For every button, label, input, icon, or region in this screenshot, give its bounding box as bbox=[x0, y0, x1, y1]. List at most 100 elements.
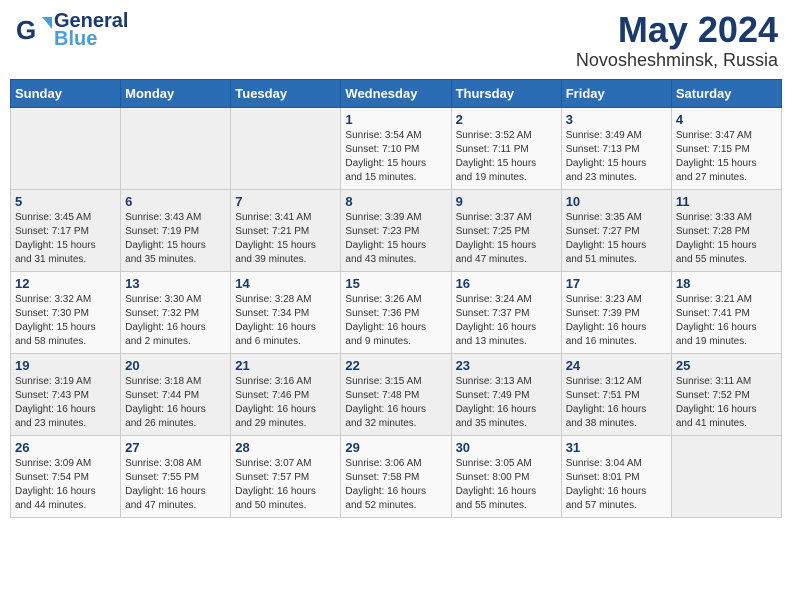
day-info: Sunrise: 3:21 AM Sunset: 7:41 PM Dayligh… bbox=[676, 293, 777, 349]
day-number: 31 bbox=[566, 440, 667, 455]
calendar-header-saturday: Saturday bbox=[671, 79, 781, 107]
day-number: 16 bbox=[456, 276, 557, 291]
day-number: 24 bbox=[566, 358, 667, 373]
day-number: 18 bbox=[676, 276, 777, 291]
day-number: 3 bbox=[566, 112, 667, 127]
day-number: 5 bbox=[15, 194, 116, 209]
calendar-cell: 11Sunrise: 3:33 AM Sunset: 7:28 PM Dayli… bbox=[671, 189, 781, 271]
day-info: Sunrise: 3:16 AM Sunset: 7:46 PM Dayligh… bbox=[235, 375, 336, 431]
calendar-cell: 28 Sunrise: 3:07 AM Sunset: 7:57 PM Dayli… bbox=[231, 435, 341, 517]
calendar-cell: 31 Sunrise: 3:04 AM Sunset: 8:01 PM Dayli… bbox=[561, 435, 671, 517]
svg-text:G: G bbox=[16, 15, 36, 45]
calendar-header-wednesday: Wednesday bbox=[341, 79, 451, 107]
day-number: 17 bbox=[566, 276, 667, 291]
calendar-cell: 27 Sunrise: 3:08 AM Sunset: 7:55 PM Dayli… bbox=[121, 435, 231, 517]
day-info: Sunrise: 3:52 AM Sunset: 7:11 PM Dayligh… bbox=[456, 129, 557, 185]
calendar-cell bbox=[121, 107, 231, 189]
calendar-cell: 13 Sunrise: 3:30 AM Sunset: 7:32 PM Dayli… bbox=[121, 271, 231, 353]
page-title: May 2024 bbox=[576, 10, 778, 50]
calendar-header-thursday: Thursday bbox=[451, 79, 561, 107]
day-number: 23 bbox=[456, 358, 557, 373]
calendar-cell: 4Sunrise: 3:47 AM Sunset: 7:15 PM Daylig… bbox=[671, 107, 781, 189]
calendar-week-row: 26 Sunrise: 3:09 AM Sunset: 7:54 PM Dayli… bbox=[11, 435, 782, 517]
day-number: 1 bbox=[345, 112, 446, 127]
day-number: 9 bbox=[456, 194, 557, 209]
calendar-body: 1 Sunrise: 3:54 AM Sunset: 7:10 PM Daylig… bbox=[11, 107, 782, 517]
calendar-cell: 29 Sunrise: 3:06 AM Sunset: 7:58 PM Dayli… bbox=[341, 435, 451, 517]
calendar-cell: 19Sunrise: 3:19 AM Sunset: 7:43 PM Dayli… bbox=[11, 353, 121, 435]
day-info: Sunrise: 3:05 AM Sunset: 8:00 PM Dayligh… bbox=[456, 457, 557, 513]
day-number: 27 bbox=[125, 440, 226, 455]
day-info: Sunrise: 3:37 AM Sunset: 7:25 PM Dayligh… bbox=[456, 211, 557, 267]
day-info: Sunrise: 3:08 AM Sunset: 7:55 PM Dayligh… bbox=[125, 457, 226, 513]
day-info: Sunrise: 3:54 AM Sunset: 7:10 PM Dayligh… bbox=[345, 129, 446, 185]
calendar-cell: 25 Sunrise: 3:11 AM Sunset: 7:52 PM Dayli… bbox=[671, 353, 781, 435]
logo: G General Blue bbox=[14, 10, 128, 50]
calendar-cell bbox=[11, 107, 121, 189]
title-block: May 2024 Novosheshminsk, Russia bbox=[576, 10, 778, 71]
logo-icon: G bbox=[14, 11, 52, 49]
day-number: 7 bbox=[235, 194, 336, 209]
calendar-cell bbox=[671, 435, 781, 517]
day-info: Sunrise: 3:30 AM Sunset: 7:32 PM Dayligh… bbox=[125, 293, 226, 349]
calendar-cell: 10 Sunrise: 3:35 AM Sunset: 7:27 PM Dayli… bbox=[561, 189, 671, 271]
calendar-cell: 2 Sunrise: 3:52 AM Sunset: 7:11 PM Daylig… bbox=[451, 107, 561, 189]
day-info: Sunrise: 3:35 AM Sunset: 7:27 PM Dayligh… bbox=[566, 211, 667, 267]
calendar-week-row: 5 Sunrise: 3:45 AM Sunset: 7:17 PM Daylig… bbox=[11, 189, 782, 271]
day-number: 21 bbox=[235, 358, 336, 373]
day-number: 13 bbox=[125, 276, 226, 291]
calendar-week-row: 1 Sunrise: 3:54 AM Sunset: 7:10 PM Daylig… bbox=[11, 107, 782, 189]
day-number: 12 bbox=[15, 276, 116, 291]
calendar-cell: 18 Sunrise: 3:21 AM Sunset: 7:41 PM Dayli… bbox=[671, 271, 781, 353]
calendar-cell: 30 Sunrise: 3:05 AM Sunset: 8:00 PM Dayli… bbox=[451, 435, 561, 517]
calendar-cell: 6 Sunrise: 3:43 AM Sunset: 7:19 PM Daylig… bbox=[121, 189, 231, 271]
day-info: Sunrise: 3:45 AM Sunset: 7:17 PM Dayligh… bbox=[15, 211, 116, 267]
day-number: 26 bbox=[15, 440, 116, 455]
calendar-cell: 20Sunrise: 3:18 AM Sunset: 7:44 PM Dayli… bbox=[121, 353, 231, 435]
calendar-cell: 3 Sunrise: 3:49 AM Sunset: 7:13 PM Daylig… bbox=[561, 107, 671, 189]
calendar-cell: 5 Sunrise: 3:45 AM Sunset: 7:17 PM Daylig… bbox=[11, 189, 121, 271]
calendar-header-row: SundayMondayTuesdayWednesdayThursdayFrid… bbox=[11, 79, 782, 107]
calendar-cell: 15Sunrise: 3:26 AM Sunset: 7:36 PM Dayli… bbox=[341, 271, 451, 353]
day-info: Sunrise: 3:33 AM Sunset: 7:28 PM Dayligh… bbox=[676, 211, 777, 267]
day-info: Sunrise: 3:18 AM Sunset: 7:44 PM Dayligh… bbox=[125, 375, 226, 431]
page-header: G General Blue May 2024 Novosheshminsk, … bbox=[10, 10, 782, 71]
day-number: 22 bbox=[345, 358, 446, 373]
calendar-cell: 8Sunrise: 3:39 AM Sunset: 7:23 PM Daylig… bbox=[341, 189, 451, 271]
calendar-cell: 21 Sunrise: 3:16 AM Sunset: 7:46 PM Dayli… bbox=[231, 353, 341, 435]
day-info: Sunrise: 3:04 AM Sunset: 8:01 PM Dayligh… bbox=[566, 457, 667, 513]
day-info: Sunrise: 3:09 AM Sunset: 7:54 PM Dayligh… bbox=[15, 457, 116, 513]
calendar-cell bbox=[231, 107, 341, 189]
calendar-header-tuesday: Tuesday bbox=[231, 79, 341, 107]
day-number: 14 bbox=[235, 276, 336, 291]
day-number: 28 bbox=[235, 440, 336, 455]
calendar-week-row: 12 Sunrise: 3:32 AM Sunset: 7:30 PM Dayli… bbox=[11, 271, 782, 353]
calendar-cell: 1 Sunrise: 3:54 AM Sunset: 7:10 PM Daylig… bbox=[341, 107, 451, 189]
calendar-cell: 22 Sunrise: 3:15 AM Sunset: 7:48 PM Dayli… bbox=[341, 353, 451, 435]
calendar-cell: 9 Sunrise: 3:37 AM Sunset: 7:25 PM Daylig… bbox=[451, 189, 561, 271]
day-info: Sunrise: 3:49 AM Sunset: 7:13 PM Dayligh… bbox=[566, 129, 667, 185]
day-info: Sunrise: 3:07 AM Sunset: 7:57 PM Dayligh… bbox=[235, 457, 336, 513]
day-info: Sunrise: 3:12 AM Sunset: 7:51 PM Dayligh… bbox=[566, 375, 667, 431]
day-number: 2 bbox=[456, 112, 557, 127]
calendar-header-sunday: Sunday bbox=[11, 79, 121, 107]
calendar-header-friday: Friday bbox=[561, 79, 671, 107]
day-info: Sunrise: 3:32 AM Sunset: 7:30 PM Dayligh… bbox=[15, 293, 116, 349]
day-info: Sunrise: 3:26 AM Sunset: 7:36 PM Dayligh… bbox=[345, 293, 446, 349]
calendar-week-row: 19Sunrise: 3:19 AM Sunset: 7:43 PM Dayli… bbox=[11, 353, 782, 435]
day-number: 19 bbox=[15, 358, 116, 373]
day-info: Sunrise: 3:39 AM Sunset: 7:23 PM Dayligh… bbox=[345, 211, 446, 267]
day-number: 30 bbox=[456, 440, 557, 455]
day-info: Sunrise: 3:41 AM Sunset: 7:21 PM Dayligh… bbox=[235, 211, 336, 267]
calendar-cell: 16Sunrise: 3:24 AM Sunset: 7:37 PM Dayli… bbox=[451, 271, 561, 353]
day-number: 25 bbox=[676, 358, 777, 373]
day-info: Sunrise: 3:15 AM Sunset: 7:48 PM Dayligh… bbox=[345, 375, 446, 431]
day-number: 6 bbox=[125, 194, 226, 209]
day-number: 10 bbox=[566, 194, 667, 209]
day-info: Sunrise: 3:43 AM Sunset: 7:19 PM Dayligh… bbox=[125, 211, 226, 267]
day-info: Sunrise: 3:11 AM Sunset: 7:52 PM Dayligh… bbox=[676, 375, 777, 431]
day-number: 4 bbox=[676, 112, 777, 127]
calendar-header-monday: Monday bbox=[121, 79, 231, 107]
day-number: 29 bbox=[345, 440, 446, 455]
day-info: Sunrise: 3:06 AM Sunset: 7:58 PM Dayligh… bbox=[345, 457, 446, 513]
